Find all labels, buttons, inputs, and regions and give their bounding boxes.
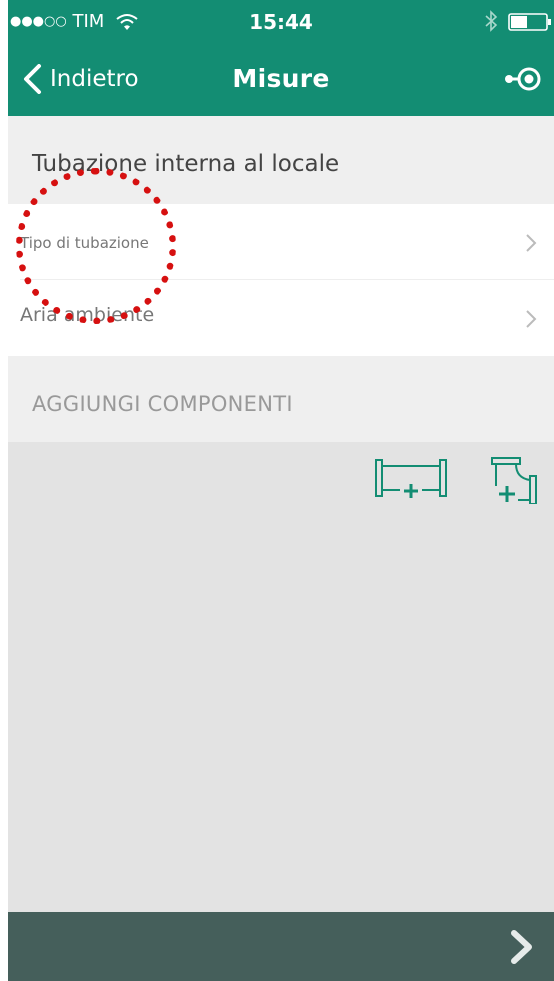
status-bar: ●●●○○ TIM 15:44: [8, 0, 554, 44]
add-components-header: AGGIUNGI COMPONENTI: [8, 356, 554, 442]
navigation-bar: Indietro Misure: [8, 48, 554, 112]
annotation-circle: [16, 168, 176, 324]
add-pipe-icon[interactable]: [374, 458, 448, 500]
clock: 15:44: [249, 10, 313, 34]
next-button[interactable]: [508, 930, 536, 964]
chevron-right-icon: [526, 310, 537, 328]
location-target-icon[interactable]: [503, 64, 543, 94]
battery-icon: [508, 13, 551, 31]
app-screen: ●●●○○ TIM 15:44 Indietro Misure Tubazion…: [8, 0, 554, 981]
components-area: [8, 442, 554, 912]
add-components-label: AGGIUNGI COMPONENTI: [32, 392, 293, 416]
add-elbow-icon[interactable]: [490, 456, 538, 504]
page-title: Misure: [232, 64, 330, 93]
chevron-right-icon: [526, 234, 537, 252]
header: ●●●○○ TIM 15:44 Indietro Misure: [8, 0, 554, 116]
bluetooth-icon: [485, 10, 498, 32]
footer-bar: [8, 912, 554, 981]
